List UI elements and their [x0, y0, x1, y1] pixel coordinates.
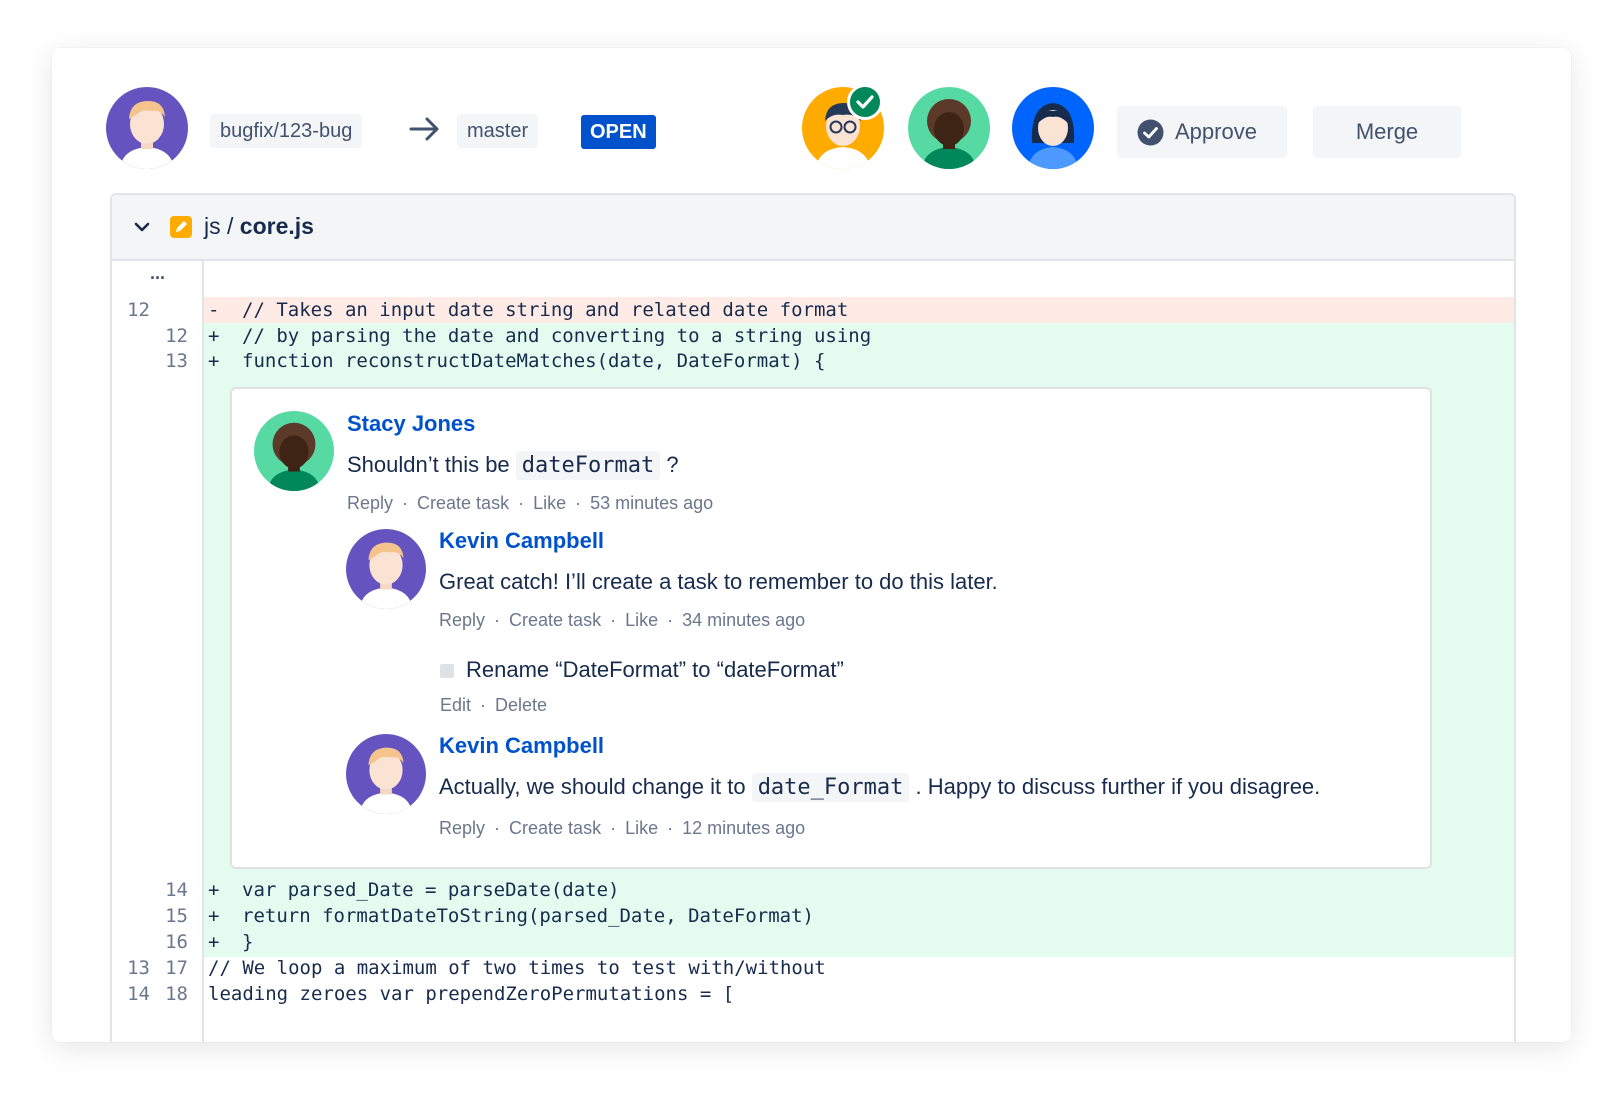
- task-text: Rename “DateFormat” to “dateFormat”: [466, 657, 844, 682]
- task-checkbox[interactable]: [440, 664, 454, 678]
- commenter-avatar[interactable]: [254, 411, 334, 491]
- diff-line[interactable]: 13 + function reconstructDateMatches(date,…: [112, 348, 1514, 374]
- diff-sign: +: [208, 905, 220, 927]
- file-dir: js /: [204, 213, 234, 239]
- old-line-number: 12: [127, 299, 150, 321]
- code-text: leading zeroes var prependZeroPermutatio…: [208, 983, 735, 1005]
- code-text: // by parsing the date and converting to…: [242, 324, 872, 347]
- create-task-link[interactable]: Create task: [509, 818, 601, 838]
- comment-author[interactable]: Kevin Campbell: [439, 733, 604, 759]
- comment-timestamp[interactable]: 34 minutes ago: [682, 610, 805, 630]
- edit-task-link[interactable]: Edit: [440, 695, 471, 715]
- file-name: core.js: [239, 213, 314, 239]
- reply-link[interactable]: Reply: [439, 818, 485, 838]
- comment-body: Shouldn’t this be dateFormat ?: [347, 451, 679, 480]
- merge-button[interactable]: Merge: [1313, 106, 1461, 158]
- new-line-number: 14: [165, 879, 188, 901]
- commenter-avatar[interactable]: [346, 529, 426, 609]
- like-link[interactable]: Like: [625, 610, 658, 630]
- inline-code: dateFormat: [515, 451, 661, 480]
- create-task-link[interactable]: Create task: [509, 610, 601, 630]
- code-content: + function reconstructDateMatches(date, D…: [204, 348, 1514, 374]
- reply-link[interactable]: Reply: [439, 610, 485, 630]
- new-line-number: 12: [165, 324, 188, 347]
- like-link[interactable]: Like: [533, 493, 566, 513]
- code-content: leading zeroes var prependZeroPermutatio…: [204, 981, 1514, 1007]
- diff-line[interactable]: 14 + var parsed_Date = parseDate(date): [112, 877, 1514, 903]
- check-circle-icon: [1137, 119, 1164, 146]
- code-text: function reconstructDateMatches(date, Da…: [242, 350, 826, 372]
- pull-request-card: bugfix/123-bug master OPEN Approve Merge: [52, 48, 1571, 1042]
- diff-line[interactable]: 16 +}: [112, 929, 1514, 955]
- approve-button[interactable]: Approve: [1117, 106, 1287, 158]
- new-line-number: 13: [165, 350, 188, 372]
- diff-line[interactable]: 13 17 // We loop a maximum of two times to…: [112, 955, 1514, 981]
- status-badge: OPEN: [581, 115, 656, 149]
- delete-task-link[interactable]: Delete: [495, 695, 547, 715]
- diff-sign: +: [208, 350, 220, 372]
- comment-actions: Reply · Create task · Like · 34 minutes ago: [439, 610, 806, 630]
- old-line-number: 13: [127, 957, 150, 979]
- new-line-number: 16: [165, 931, 188, 953]
- diff-sign: +: [208, 879, 220, 901]
- code-content: + var parsed_Date = parseDate(date): [204, 877, 1514, 903]
- file-path[interactable]: js / core.js: [204, 213, 314, 240]
- comment-body: Great catch! I’ll create a task to remem…: [439, 569, 998, 594]
- file-diff-panel: js / core.js ... 12-// Takes an input da…: [110, 193, 1516, 1042]
- diff-line[interactable]: 14 18 leading zeroes var prependZeroPermut…: [112, 981, 1514, 1007]
- reviewer-avatar[interactable]: [1012, 87, 1094, 169]
- arrow-right-icon: [409, 117, 439, 141]
- like-link[interactable]: Like: [625, 818, 658, 838]
- author-avatar[interactable]: [106, 87, 188, 169]
- code-content: // We loop a maximum of two times to tes…: [204, 955, 1514, 981]
- code-text: }: [242, 931, 254, 953]
- comment-timestamp[interactable]: 53 minutes ago: [590, 493, 713, 513]
- comment-author[interactable]: Stacy Jones: [347, 411, 475, 437]
- expand-context-button[interactable]: ...: [150, 263, 165, 284]
- create-task-link[interactable]: Create task: [417, 493, 509, 513]
- code-text: // We loop a maximum of two times to tes…: [208, 957, 826, 979]
- modified-file-icon: [170, 216, 192, 238]
- approved-check-icon: [847, 84, 883, 120]
- diff-sign: +: [208, 931, 220, 953]
- code-content: -// Takes an input date string and relat…: [204, 297, 1514, 323]
- reviewer-avatar[interactable]: [908, 87, 990, 169]
- code-text: var parsed_Date = parseDate(date): [242, 879, 620, 901]
- commenter-avatar[interactable]: [346, 734, 426, 814]
- new-line-number: 18: [165, 983, 188, 1005]
- comment-timestamp[interactable]: 12 minutes ago: [682, 818, 805, 838]
- diff-sign: -: [208, 299, 220, 321]
- diff-line[interactable]: 12 + // by parsing the date and converting…: [112, 322, 1514, 349]
- comment-body: Actually, we should change it to date_Fo…: [439, 773, 1321, 802]
- comment-actions: Reply · Create task · Like · 53 minutes ago: [347, 493, 714, 513]
- code-content: + // by parsing the date and converting t…: [204, 322, 1514, 349]
- comment-actions: Reply · Create task · Like · 12 minutes ago: [439, 818, 806, 838]
- comment-thread: Stacy Jones Shouldn’t this be dateFormat…: [230, 387, 1432, 869]
- task-actions: Edit · Delete: [440, 695, 548, 715]
- diff-line[interactable]: 12 -// Takes an input date string and rel…: [112, 297, 1514, 323]
- code-content: +}: [204, 929, 1514, 955]
- code-text: // Takes an input date string and relate…: [242, 299, 849, 321]
- source-branch[interactable]: bugfix/123-bug: [210, 114, 363, 148]
- new-line-number: 17: [165, 957, 188, 979]
- chevron-down-icon[interactable]: [134, 219, 150, 235]
- new-line-number: 15: [165, 905, 188, 927]
- inline-code: date_Format: [751, 773, 910, 802]
- approve-label: Approve: [1175, 119, 1257, 144]
- comment-author[interactable]: Kevin Campbell: [439, 528, 604, 554]
- reply-link[interactable]: Reply: [347, 493, 393, 513]
- file-header: js / core.js: [112, 195, 1514, 261]
- code-text: return formatDateToString(parsed_Date, D…: [242, 905, 814, 927]
- target-branch[interactable]: master: [457, 114, 539, 148]
- diff-line[interactable]: 15 + return formatDateToString(parsed_Date…: [112, 903, 1514, 929]
- code-content: + return formatDateToString(parsed_Date, …: [204, 903, 1514, 929]
- diff-sign: +: [208, 324, 220, 347]
- old-line-number: 14: [127, 983, 150, 1005]
